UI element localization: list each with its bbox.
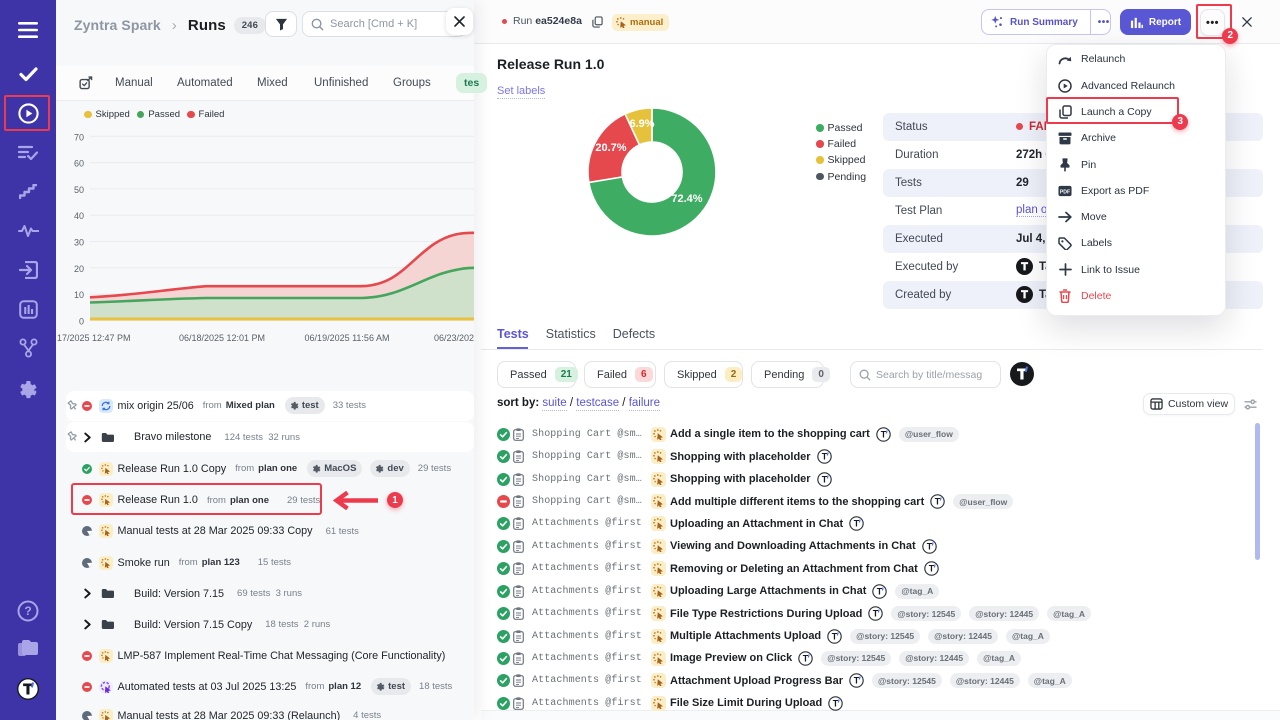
svg-text:T: T (833, 698, 839, 708)
svg-text:T: T (821, 452, 827, 462)
svg-text:40: 40 (74, 211, 84, 221)
svg-text:T: T (935, 497, 941, 507)
svg-text:T: T (926, 541, 932, 551)
svg-text:T: T (1021, 261, 1028, 273)
svg-text:?: ? (24, 604, 31, 618)
svg-text:30: 30 (74, 238, 84, 248)
svg-text:50: 50 (74, 185, 84, 195)
svg-text:T: T (873, 609, 879, 619)
svg-text:T: T (929, 564, 935, 574)
svg-text:T: T (1021, 289, 1028, 301)
svg-text:06/18/2025 12:01 PM: 06/18/2025 12:01 PM (179, 333, 265, 343)
svg-text:70: 70 (74, 132, 84, 142)
svg-text:PDF: PDF (1060, 189, 1070, 195)
svg-text:17/2025 12:47 PM: 17/2025 12:47 PM (57, 333, 131, 343)
svg-text:T: T (1017, 366, 1026, 383)
svg-text:T: T (854, 676, 860, 686)
svg-text:T: T (877, 586, 883, 596)
svg-text:06/19/2025 11:56 AM: 06/19/2025 11:56 AM (305, 333, 390, 343)
svg-text:T: T (803, 653, 809, 663)
svg-text:T: T (881, 429, 887, 439)
svg-text:20.7%: 20.7% (595, 142, 626, 154)
svg-text:0: 0 (79, 316, 84, 326)
svg-text:72.4%: 72.4% (671, 193, 702, 205)
svg-text:10: 10 (74, 290, 84, 300)
svg-text:T: T (832, 631, 838, 641)
svg-text:T: T (821, 474, 827, 484)
svg-text:6.9%: 6.9% (629, 118, 654, 130)
svg-text:60: 60 (74, 159, 84, 169)
svg-text:20: 20 (74, 264, 84, 274)
svg-text:06/23/202: 06/23/202 (434, 333, 474, 343)
svg-text:T: T (23, 681, 32, 698)
svg-text:T: T (854, 519, 860, 529)
